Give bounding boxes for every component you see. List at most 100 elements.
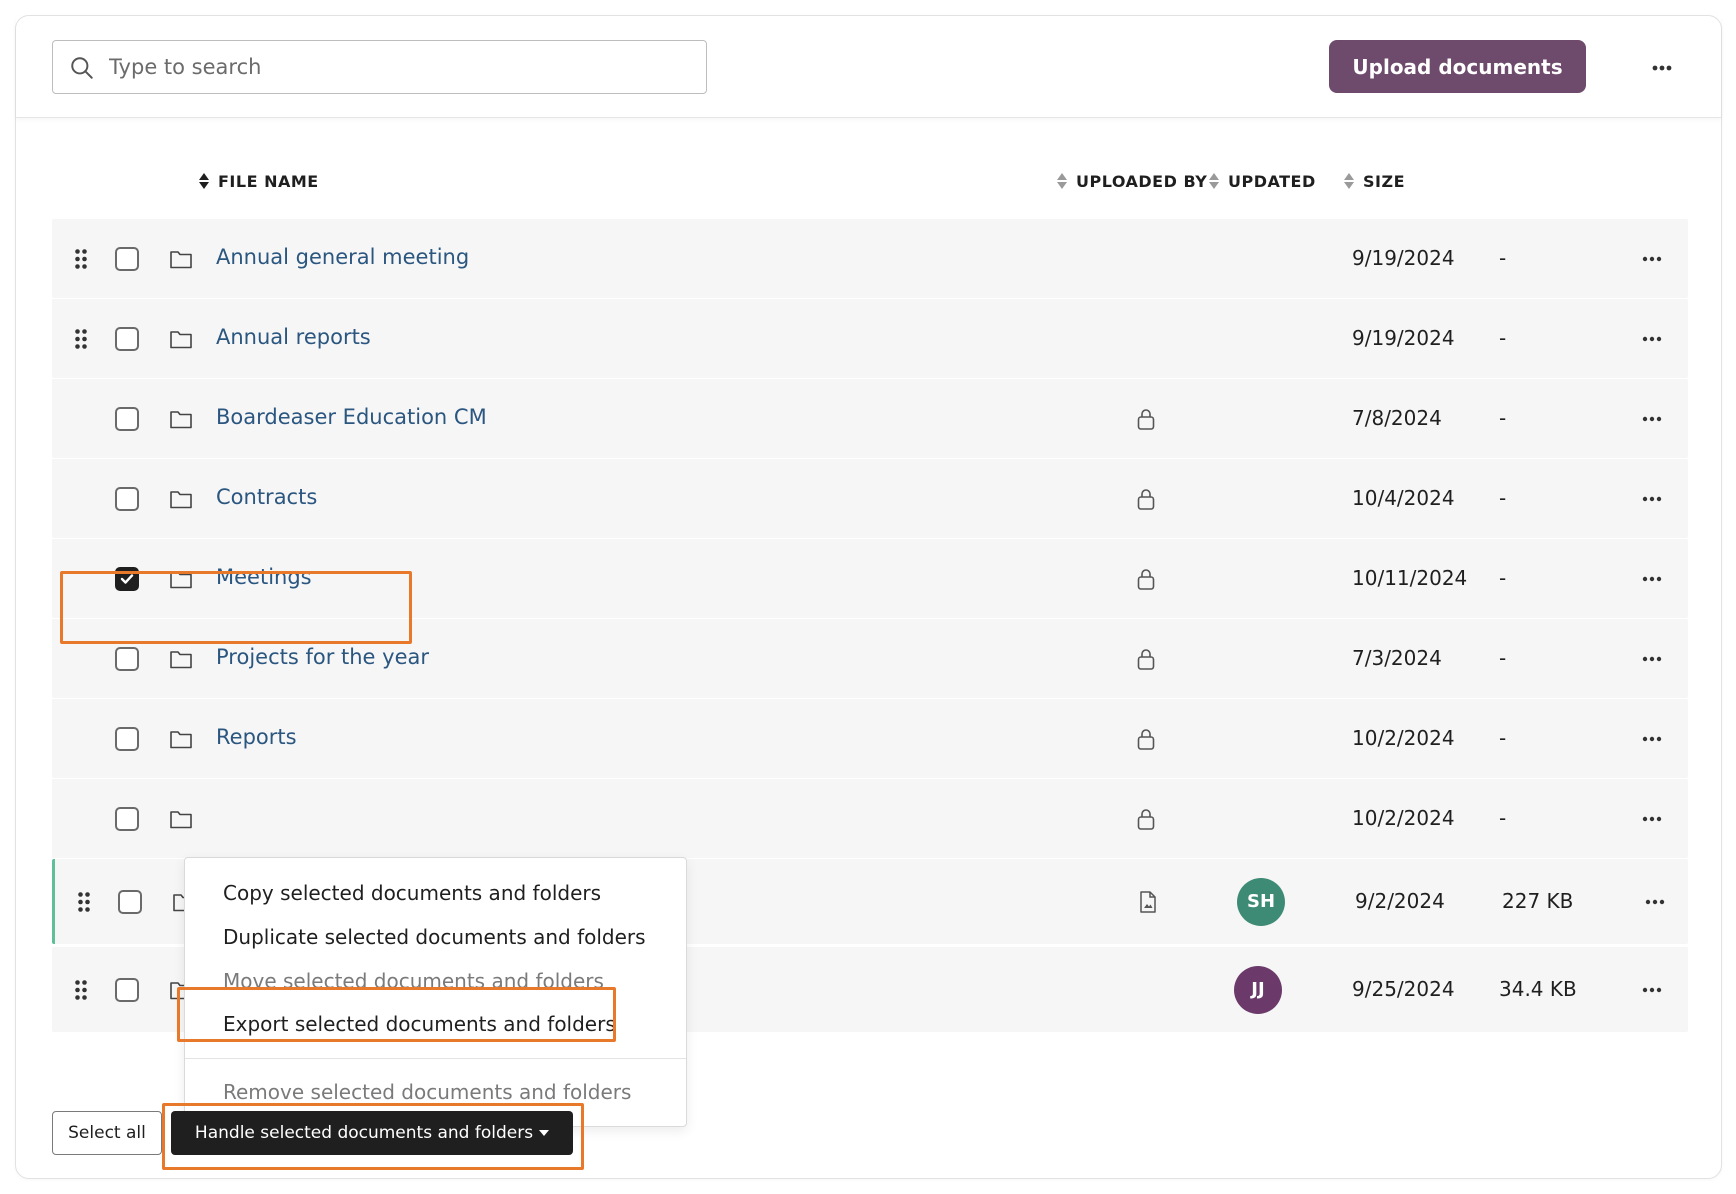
lock-icon [1137, 568, 1155, 590]
row-checkbox[interactable] [115, 806, 139, 831]
bulk-actions-menu: Copy selected documents and folders Dupl… [184, 857, 687, 1127]
sort-icon [1209, 173, 1219, 189]
row-more-icon[interactable] [1637, 251, 1667, 267]
check-icon [120, 573, 134, 584]
table-row[interactable]: Reports 10/2/2024 - [52, 699, 1688, 778]
header-uploaded-by[interactable]: UPLOADED BY [1056, 166, 1207, 196]
handle-selected-button[interactable]: Handle selected documents and folders [171, 1111, 573, 1155]
row-more-icon[interactable] [1637, 491, 1667, 507]
search-icon [71, 57, 93, 79]
file-name-link[interactable]: Projects for the year [216, 645, 429, 669]
row-more-icon[interactable] [1637, 411, 1667, 427]
header-file-name[interactable]: FILE NAME [198, 166, 319, 196]
menu-divider [185, 1058, 686, 1059]
row-checkbox[interactable] [115, 406, 139, 431]
search-box[interactable] [52, 40, 707, 94]
updated-date: 10/4/2024 [1352, 485, 1455, 510]
file-name-link[interactable]: Boardeaser Education CM [216, 405, 487, 429]
row-more-icon[interactable] [1637, 331, 1667, 347]
file-size: - [1499, 485, 1507, 510]
folder-icon [170, 810, 192, 828]
menu-item-copy[interactable]: Copy selected documents and folders [185, 873, 686, 913]
updated-date: 10/2/2024 [1352, 725, 1455, 750]
search-input[interactable] [109, 41, 689, 93]
file-size: - [1499, 645, 1507, 670]
row-checkbox[interactable] [115, 726, 139, 751]
file-size: - [1499, 565, 1507, 590]
row-more-icon[interactable] [1637, 811, 1667, 827]
drag-handle-icon[interactable] [77, 891, 91, 913]
sort-icon [199, 173, 209, 189]
lock-icon [1137, 728, 1155, 750]
updated-date: 10/11/2024 [1352, 565, 1468, 590]
row-more-icon[interactable] [1637, 571, 1667, 587]
upload-documents-button[interactable]: Upload documents [1329, 40, 1586, 93]
updated-date: 9/25/2024 [1352, 976, 1455, 1001]
select-all-button[interactable]: Select all [52, 1111, 162, 1155]
file-image-icon [1140, 890, 1156, 913]
row-more-icon[interactable] [1637, 651, 1667, 667]
avatar: JJ [1234, 965, 1282, 1014]
folder-icon [170, 650, 192, 668]
row-checkbox[interactable] [115, 646, 139, 671]
updated-date: 9/19/2024 [1352, 325, 1455, 350]
file-size: 227 KB [1502, 888, 1574, 913]
documents-card: Upload documents FILE NAME UPLOADED BY U… [15, 15, 1722, 1179]
row-checkbox[interactable] [115, 977, 139, 1002]
file-name-link[interactable]: Meetings [216, 565, 312, 589]
lock-icon [1137, 408, 1155, 430]
file-name-link[interactable]: Annual general meeting [216, 245, 469, 269]
sort-icon [1057, 173, 1067, 189]
table-row[interactable]: 10/2/2024 - [52, 779, 1688, 858]
more-options-icon[interactable] [1646, 58, 1678, 78]
folder-icon [170, 330, 192, 348]
row-checkbox[interactable] [118, 889, 142, 914]
drag-handle-icon[interactable] [74, 979, 88, 1001]
header-size[interactable]: SIZE [1343, 166, 1405, 196]
file-size: - [1499, 725, 1507, 750]
table-row[interactable]: Meetings 10/11/2024 - [52, 539, 1688, 618]
table-row[interactable]: Annual reports 9/19/2024 - [52, 299, 1688, 378]
file-name-link[interactable]: Reports [216, 725, 297, 749]
toolbar: Upload documents [16, 16, 1721, 118]
row-more-icon[interactable] [1637, 731, 1667, 747]
header-label: UPLOADED BY [1076, 171, 1208, 191]
table-header: FILE NAME UPLOADED BY UPDATED SIZE [16, 166, 1721, 196]
folder-icon [170, 730, 192, 748]
table-row[interactable]: Projects for the year 7/3/2024 - [52, 619, 1688, 698]
row-checkbox[interactable] [115, 326, 139, 351]
header-label: SIZE [1363, 171, 1406, 191]
menu-item-move[interactable]: Move selected documents and folders [185, 961, 686, 1001]
file-size: 34.4 KB [1499, 976, 1577, 1001]
updated-date: 10/2/2024 [1352, 805, 1455, 830]
lock-icon [1137, 488, 1155, 510]
file-name-link[interactable]: Annual reports [216, 325, 371, 349]
updated-date: 9/2/2024 [1355, 888, 1445, 913]
folder-icon [170, 570, 192, 588]
file-size: - [1499, 405, 1507, 430]
row-more-icon[interactable] [1637, 982, 1667, 998]
updated-date: 7/8/2024 [1352, 405, 1442, 430]
row-checkbox[interactable] [115, 246, 139, 271]
folder-icon [170, 250, 192, 268]
table-row[interactable]: Contracts 10/4/2024 - [52, 459, 1688, 538]
file-name-link[interactable]: Contracts [216, 485, 317, 509]
menu-item-duplicate[interactable]: Duplicate selected documents and folders [185, 917, 686, 957]
table-row[interactable]: Annual general meeting 9/19/2024 - [52, 219, 1688, 298]
header-label: FILE NAME [218, 171, 319, 191]
handle-selected-label: Handle selected documents and folders [194, 1123, 534, 1143]
avatar: SH [1237, 877, 1285, 926]
lock-icon [1137, 648, 1155, 670]
row-checkbox[interactable] [115, 486, 139, 511]
table-row[interactable]: Boardeaser Education CM 7/8/2024 - [52, 379, 1688, 458]
menu-item-export[interactable]: Export selected documents and folders [185, 1004, 686, 1044]
row-more-icon[interactable] [1640, 894, 1670, 910]
file-size: - [1499, 245, 1507, 270]
folder-icon [170, 490, 192, 508]
drag-handle-icon[interactable] [74, 248, 88, 270]
sort-icon [1344, 173, 1354, 189]
row-checkbox[interactable] [115, 566, 139, 591]
menu-item-remove[interactable]: Remove selected documents and folders [185, 1072, 686, 1112]
drag-handle-icon[interactable] [74, 328, 88, 350]
header-updated[interactable]: UPDATED [1208, 166, 1316, 196]
